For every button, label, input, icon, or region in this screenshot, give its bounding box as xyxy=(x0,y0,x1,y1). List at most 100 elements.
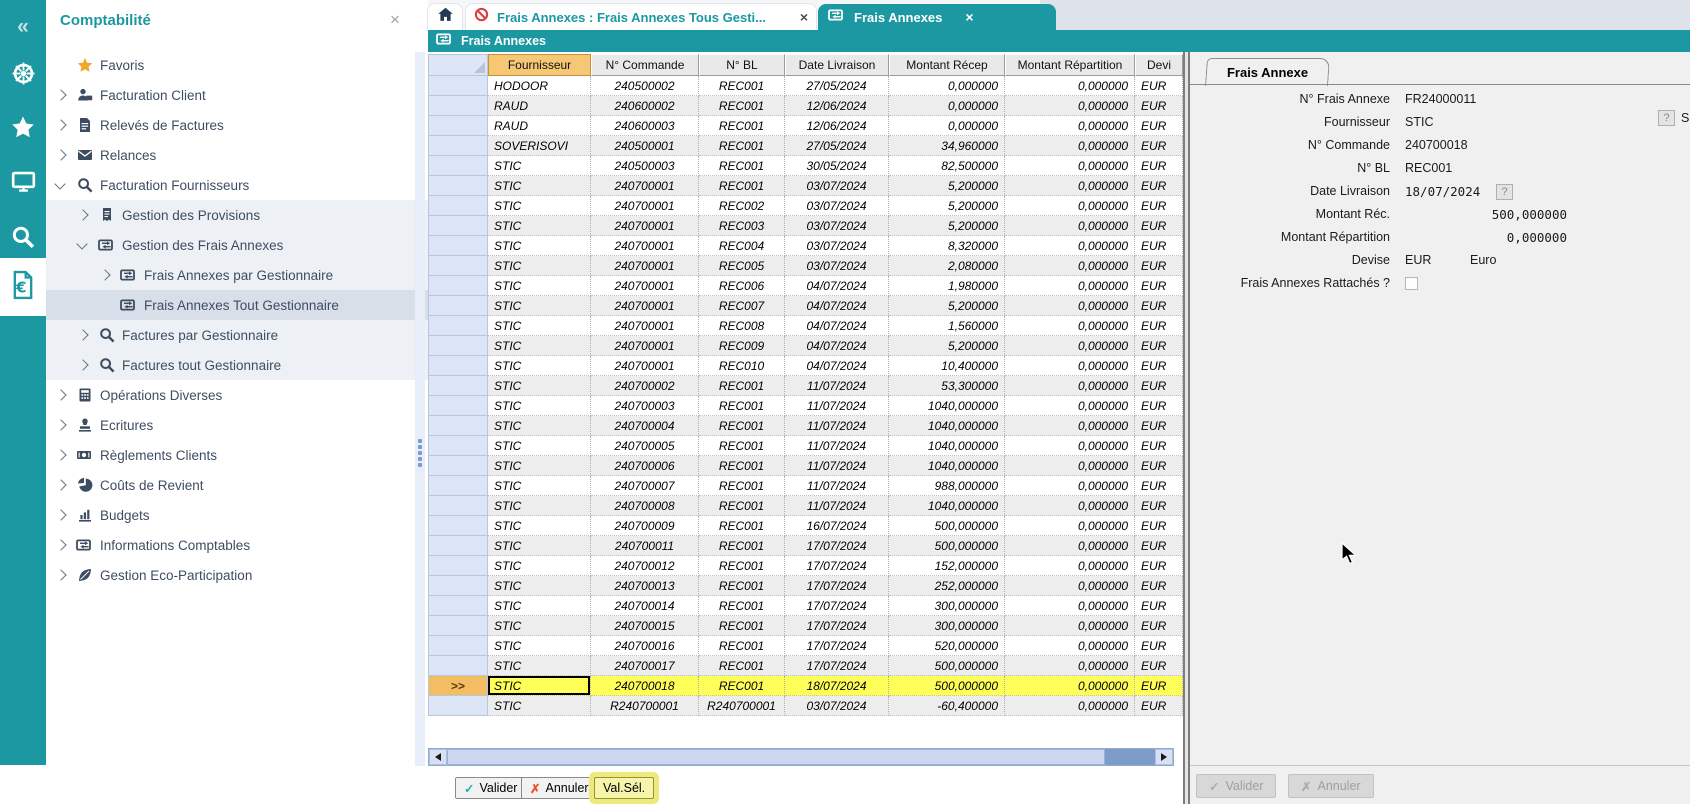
cell-fournisseur[interactable]: STIC xyxy=(488,696,591,716)
table-row[interactable]: STIC240700017REC00117/07/2024500,0000000… xyxy=(428,656,1183,676)
cell-n-bl[interactable]: REC001 xyxy=(699,556,785,576)
cell-date-livraison[interactable]: 18/07/2024 xyxy=(785,676,889,696)
cell-n-bl[interactable]: REC001 xyxy=(699,616,785,636)
cell-n-bl[interactable]: REC001 xyxy=(699,576,785,596)
cell-fournisseur[interactable]: STIC xyxy=(488,616,591,636)
cell-n-bl[interactable]: REC001 xyxy=(699,156,785,176)
val-sel-button[interactable]: Val.Sél. xyxy=(594,777,654,799)
cell-date-livraison[interactable]: 03/07/2024 xyxy=(785,216,889,236)
cell-montant-r-partition[interactable]: 0,000000 xyxy=(1005,676,1135,696)
chevron-right-icon[interactable] xyxy=(56,481,76,489)
sidebar-item-gestion-eco-participation[interactable]: Gestion Eco-Participation xyxy=(46,560,438,590)
cell-n-bl[interactable]: REC001 xyxy=(699,376,785,396)
cell-montant-r-cep[interactable]: 5,200000 xyxy=(889,196,1005,216)
table-row[interactable]: STIC240700001REC00804/07/20241,5600000,0… xyxy=(428,316,1183,336)
cell-n-commande[interactable]: 240700001 xyxy=(591,316,699,336)
cell-montant-r-partition[interactable]: 0,000000 xyxy=(1005,336,1135,356)
cell-montant-r-cep[interactable]: 1040,000000 xyxy=(889,436,1005,456)
row-header-cell[interactable] xyxy=(428,656,488,676)
column-header-2[interactable]: N° BL xyxy=(699,54,785,76)
cell-montant-r-cep[interactable]: 5,200000 xyxy=(889,296,1005,316)
cell-n-bl[interactable]: REC006 xyxy=(699,276,785,296)
cell-n-commande[interactable]: 240700014 xyxy=(591,596,699,616)
sidebar-item-reglements-clients[interactable]: Règlements Clients xyxy=(46,440,438,470)
cell-devi[interactable]: EUR xyxy=(1135,96,1183,116)
cell-fournisseur[interactable]: STIC xyxy=(488,516,591,536)
cell-montant-r-cep[interactable]: 152,000000 xyxy=(889,556,1005,576)
table-row[interactable]: STIC240700004REC00111/07/20241040,000000… xyxy=(428,416,1183,436)
row-header-cell[interactable] xyxy=(428,176,488,196)
sidebar-close-icon[interactable]: × xyxy=(390,10,400,30)
cell-montant-r-partition[interactable]: 0,000000 xyxy=(1005,76,1135,96)
cell-montant-r-cep[interactable]: 1040,000000 xyxy=(889,496,1005,516)
row-header-cell[interactable] xyxy=(428,136,488,156)
cell-n-bl[interactable]: REC001 xyxy=(699,176,785,196)
row-header-cell[interactable] xyxy=(428,376,488,396)
column-header-6[interactable]: Devi xyxy=(1135,54,1183,76)
cell-fournisseur[interactable]: RAUD xyxy=(488,116,591,136)
chevron-right-icon[interactable] xyxy=(78,361,98,369)
cell-date-livraison[interactable]: 03/07/2024 xyxy=(785,696,889,716)
cell-fournisseur[interactable]: STIC xyxy=(488,176,591,196)
cell-n-commande[interactable]: 240700001 xyxy=(591,336,699,356)
table-row[interactable]: >>STIC240700018REC00118/07/2024500,00000… xyxy=(428,676,1183,696)
cell-date-livraison[interactable]: 30/05/2024 xyxy=(785,156,889,176)
cell-devi[interactable]: EUR xyxy=(1135,676,1183,696)
help-icon[interactable]: ? xyxy=(1658,110,1675,126)
sidebar-item-ecritures[interactable]: Ecritures xyxy=(46,410,438,440)
cell-montant-r-cep[interactable]: 2,080000 xyxy=(889,256,1005,276)
row-header-cell[interactable] xyxy=(428,156,488,176)
row-header-cell[interactable] xyxy=(428,196,488,216)
cell-montant-r-cep[interactable]: 252,000000 xyxy=(889,576,1005,596)
cell-date-livraison[interactable]: 16/07/2024 xyxy=(785,516,889,536)
cell-montant-r-partition[interactable]: 0,000000 xyxy=(1005,656,1135,676)
cell-devi[interactable]: EUR xyxy=(1135,396,1183,416)
cell-date-livraison[interactable]: 11/07/2024 xyxy=(785,416,889,436)
cell-n-bl[interactable]: REC001 xyxy=(699,636,785,656)
column-header-4[interactable]: Montant Récep xyxy=(889,54,1005,76)
chevron-right-icon[interactable] xyxy=(100,271,120,279)
star-icon[interactable] xyxy=(0,110,46,144)
row-header-cell[interactable] xyxy=(428,696,488,716)
cell-devi[interactable]: EUR xyxy=(1135,136,1183,156)
cell-n-bl[interactable]: REC001 xyxy=(699,496,785,516)
cell-devi[interactable]: EUR xyxy=(1135,596,1183,616)
cell-date-livraison[interactable]: 27/05/2024 xyxy=(785,76,889,96)
cell-montant-r-partition[interactable]: 0,000000 xyxy=(1005,96,1135,116)
cell-n-commande[interactable]: 240700012 xyxy=(591,556,699,576)
cell-n-commande[interactable]: 240700001 xyxy=(591,256,699,276)
cell-date-livraison[interactable]: 17/07/2024 xyxy=(785,636,889,656)
wheel-icon[interactable] xyxy=(0,56,46,90)
table-row[interactable]: STIC240700016REC00117/07/2024520,0000000… xyxy=(428,636,1183,656)
cell-fournisseur[interactable]: SOVERISOVI xyxy=(488,136,591,156)
row-header-cell[interactable] xyxy=(428,416,488,436)
cell-montant-r-cep[interactable]: 500,000000 xyxy=(889,676,1005,696)
grid-corner-header[interactable] xyxy=(428,54,488,76)
cell-n-commande[interactable]: 240700017 xyxy=(591,656,699,676)
cell-date-livraison[interactable]: 11/07/2024 xyxy=(785,496,889,516)
cell-fournisseur[interactable]: STIC xyxy=(488,636,591,656)
chevron-right-icon[interactable] xyxy=(78,211,98,219)
row-header-cell[interactable] xyxy=(428,216,488,236)
cell-montant-r-partition[interactable]: 0,000000 xyxy=(1005,376,1135,396)
table-row[interactable]: STIC240700013REC00117/07/2024252,0000000… xyxy=(428,576,1183,596)
cell-n-bl[interactable]: REC001 xyxy=(699,676,785,696)
cell-n-commande[interactable]: 240700016 xyxy=(591,636,699,656)
cell-devi[interactable]: EUR xyxy=(1135,576,1183,596)
cell-fournisseur[interactable]: STIC xyxy=(488,456,591,476)
scrollbar-thumb[interactable] xyxy=(447,749,1105,765)
detail-valider-button[interactable]: ✓ Valider xyxy=(1196,774,1276,798)
row-header-cell[interactable] xyxy=(428,316,488,336)
sidebar-item-favoris[interactable]: Favoris xyxy=(46,50,438,80)
sidebar-item-factures-par-gestionnaire[interactable]: Factures par Gestionnaire xyxy=(46,320,460,350)
cell-n-bl[interactable]: REC001 xyxy=(699,416,785,436)
table-row[interactable]: STIC240700009REC00116/07/2024500,0000000… xyxy=(428,516,1183,536)
cell-montant-r-cep[interactable]: 300,000000 xyxy=(889,616,1005,636)
row-header-cell[interactable] xyxy=(428,236,488,256)
cell-devi[interactable]: EUR xyxy=(1135,516,1183,536)
cell-fournisseur[interactable]: HODOOR xyxy=(488,76,591,96)
table-row[interactable]: SOVERISOVI240500001REC00127/05/202434,96… xyxy=(428,136,1183,156)
cell-n-commande[interactable]: 240700001 xyxy=(591,296,699,316)
cell-montant-r-partition[interactable]: 0,000000 xyxy=(1005,496,1135,516)
cell-n-bl[interactable]: REC001 xyxy=(699,116,785,136)
